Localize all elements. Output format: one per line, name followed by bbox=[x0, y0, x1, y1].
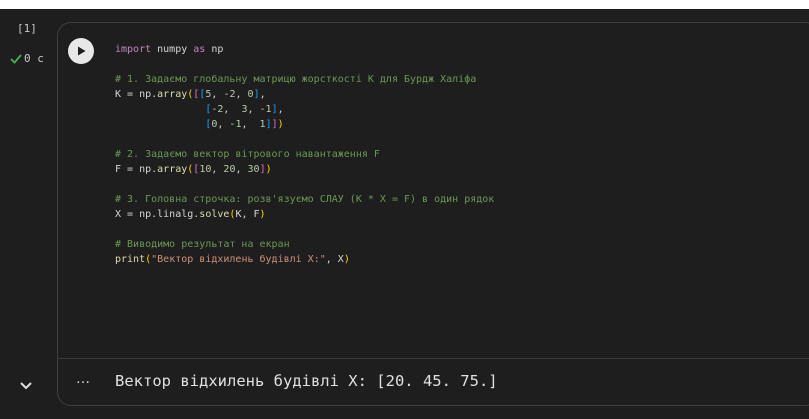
code-line: [-2, 3, -1], bbox=[205, 104, 284, 115]
code-comment: # 2. Задаємо вектор вітрового навантажен… bbox=[115, 149, 380, 160]
code-comment: # 1. Задаємо глобальну матрицю жорсткост… bbox=[115, 74, 477, 85]
cell-output: Вектор відхилень будівлі X: [20. 45. 75.… bbox=[115, 372, 498, 390]
code-line: [0, -1, 1]]) bbox=[205, 119, 284, 130]
code-line: print("Вектор відхилень будівлі X:", X) bbox=[115, 254, 350, 265]
run-cell-button[interactable] bbox=[68, 38, 94, 64]
check-icon bbox=[10, 53, 22, 64]
top-strip bbox=[0, 0, 809, 9]
more-horizontal-icon: … bbox=[76, 371, 91, 387]
output-more-button[interactable]: … bbox=[76, 371, 91, 387]
execution-duration: 0 с bbox=[24, 52, 44, 65]
code-line: K = np.array([[5, -2, 0], bbox=[115, 89, 266, 100]
output-divider bbox=[58, 358, 809, 359]
play-icon bbox=[78, 46, 86, 56]
chevron-down-icon bbox=[20, 382, 32, 390]
code-line: X = np.linalg.solve(K, F) bbox=[115, 209, 266, 220]
code-line: F = np.array([10, 20, 30]) bbox=[115, 164, 272, 175]
collapse-output-button[interactable] bbox=[19, 376, 33, 395]
code-comment: # Виводимо результат на екран bbox=[115, 239, 290, 250]
code-line: import numpy as np bbox=[115, 44, 224, 55]
code-editor[interactable]: import numpy as np # 1. Задаємо глобальну… bbox=[115, 42, 795, 267]
cell-gutter bbox=[0, 9, 52, 419]
code-comment: # 3. Головна строчка: розв'язуємо СЛАУ (… bbox=[115, 194, 495, 205]
execution-count: [1] bbox=[17, 22, 37, 35]
execution-status: 0 с bbox=[10, 52, 44, 65]
